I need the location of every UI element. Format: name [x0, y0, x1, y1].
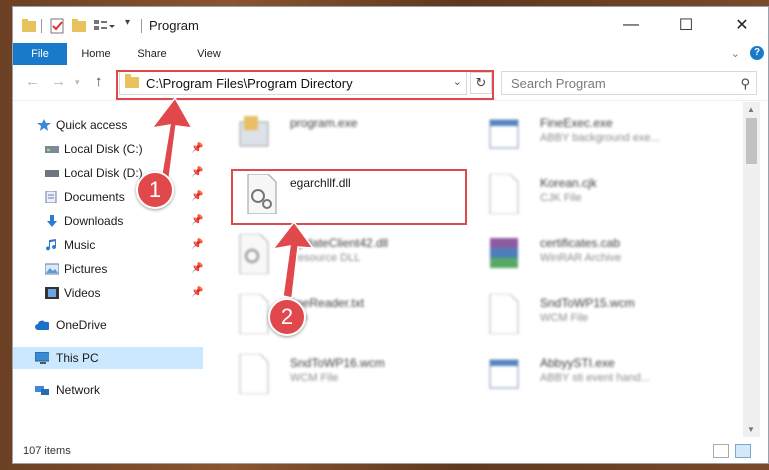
callout-badge-2: 2	[268, 298, 306, 336]
callout-arrows	[150, 96, 315, 299]
arrow-2-icon	[271, 220, 315, 299]
callout-badge-1: 1	[136, 171, 174, 209]
